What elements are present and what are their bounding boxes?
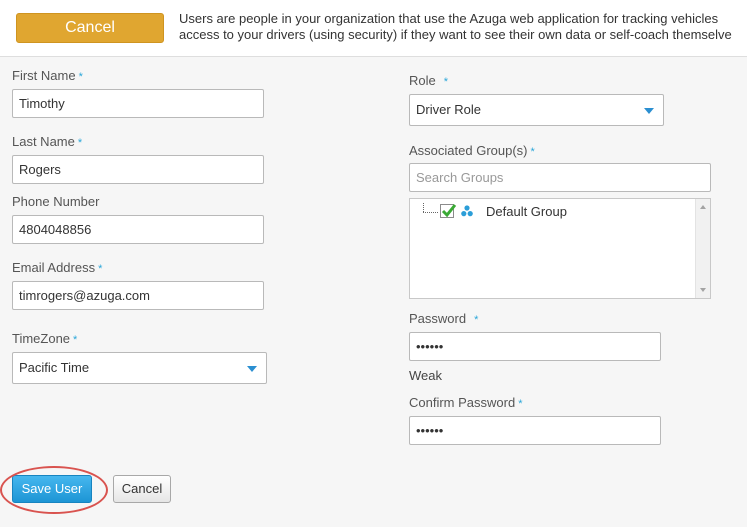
tree-connector xyxy=(423,212,438,213)
scroll-down-icon[interactable] xyxy=(700,288,706,292)
groups-scrollbar[interactable] xyxy=(695,199,710,298)
associated-groups-label: Associated Group(s) * xyxy=(409,143,535,158)
required-mark: * xyxy=(98,263,103,275)
timezone-label: TimeZone * xyxy=(12,331,77,346)
required-mark: * xyxy=(530,146,535,158)
default-group-checkbox[interactable] xyxy=(440,204,457,218)
phone-number-input[interactable]: 4804048856 xyxy=(12,215,264,244)
cancel-top-button[interactable]: Cancel xyxy=(16,13,164,43)
role-select[interactable]: Driver Role xyxy=(409,94,664,126)
last-name-label-text: Last Name xyxy=(12,134,75,149)
groups-tree: Default Group xyxy=(409,198,711,299)
timezone-select-value: Pacific Time xyxy=(19,360,90,375)
top-bar: Cancel Users are people in your organiza… xyxy=(0,0,747,57)
first-name-label-text: First Name xyxy=(12,68,76,83)
search-groups-placeholder: Search Groups xyxy=(416,170,504,185)
email-address-label: Email Address * xyxy=(12,260,102,275)
required-mark: * xyxy=(518,398,523,410)
first-name-label: First Name * xyxy=(12,68,83,83)
tree-connector xyxy=(423,203,424,212)
scroll-up-icon[interactable] xyxy=(700,205,706,209)
password-input[interactable]: •••••• xyxy=(409,332,661,361)
default-group-label[interactable]: Default Group xyxy=(486,204,567,219)
confirm-password-input[interactable]: •••••• xyxy=(409,416,661,445)
confirm-password-label: Confirm Password * xyxy=(409,395,522,410)
phone-number-label-text: Phone Number xyxy=(12,194,100,209)
search-groups-input[interactable]: Search Groups xyxy=(409,163,711,192)
required-mark: * xyxy=(77,137,83,149)
required-mark: * xyxy=(78,71,83,83)
timezone-select[interactable]: Pacific Time xyxy=(12,352,267,384)
role-label: Role * xyxy=(409,73,448,88)
save-user-button[interactable]: Save User xyxy=(12,475,92,503)
phone-number-label: Phone Number xyxy=(12,194,99,209)
group-icon xyxy=(461,205,473,217)
info-line-1: Users are people in your organization th… xyxy=(179,11,719,26)
required-mark: * xyxy=(73,334,78,346)
email-address-label-text: Email Address xyxy=(12,260,96,275)
password-label: Password * xyxy=(409,311,478,326)
required-mark: * xyxy=(443,76,449,88)
role-label-text: Role xyxy=(409,73,436,88)
required-mark: * xyxy=(474,314,479,326)
chevron-down-icon xyxy=(644,108,654,114)
email-address-input[interactable]: timrogers@azuga.com xyxy=(12,281,264,310)
timezone-label-text: TimeZone xyxy=(12,331,71,346)
last-name-input[interactable]: Rogers xyxy=(12,155,264,184)
info-line-2: access to your drivers (using security) … xyxy=(179,27,732,42)
confirm-password-label-text: Confirm Password xyxy=(409,395,516,410)
checkmark-icon xyxy=(441,204,457,218)
cancel-button[interactable]: Cancel xyxy=(113,475,171,503)
associated-groups-label-text: Associated Group(s) xyxy=(409,143,528,158)
chevron-down-icon xyxy=(247,366,257,372)
password-strength: Weak xyxy=(409,368,442,383)
password-label-text: Password xyxy=(409,311,467,326)
role-select-value: Driver Role xyxy=(416,102,482,117)
last-name-label: Last Name * xyxy=(12,134,82,149)
first-name-input[interactable]: Timothy xyxy=(12,89,264,118)
users-info-text: Users are people in your organization th… xyxy=(179,11,747,43)
